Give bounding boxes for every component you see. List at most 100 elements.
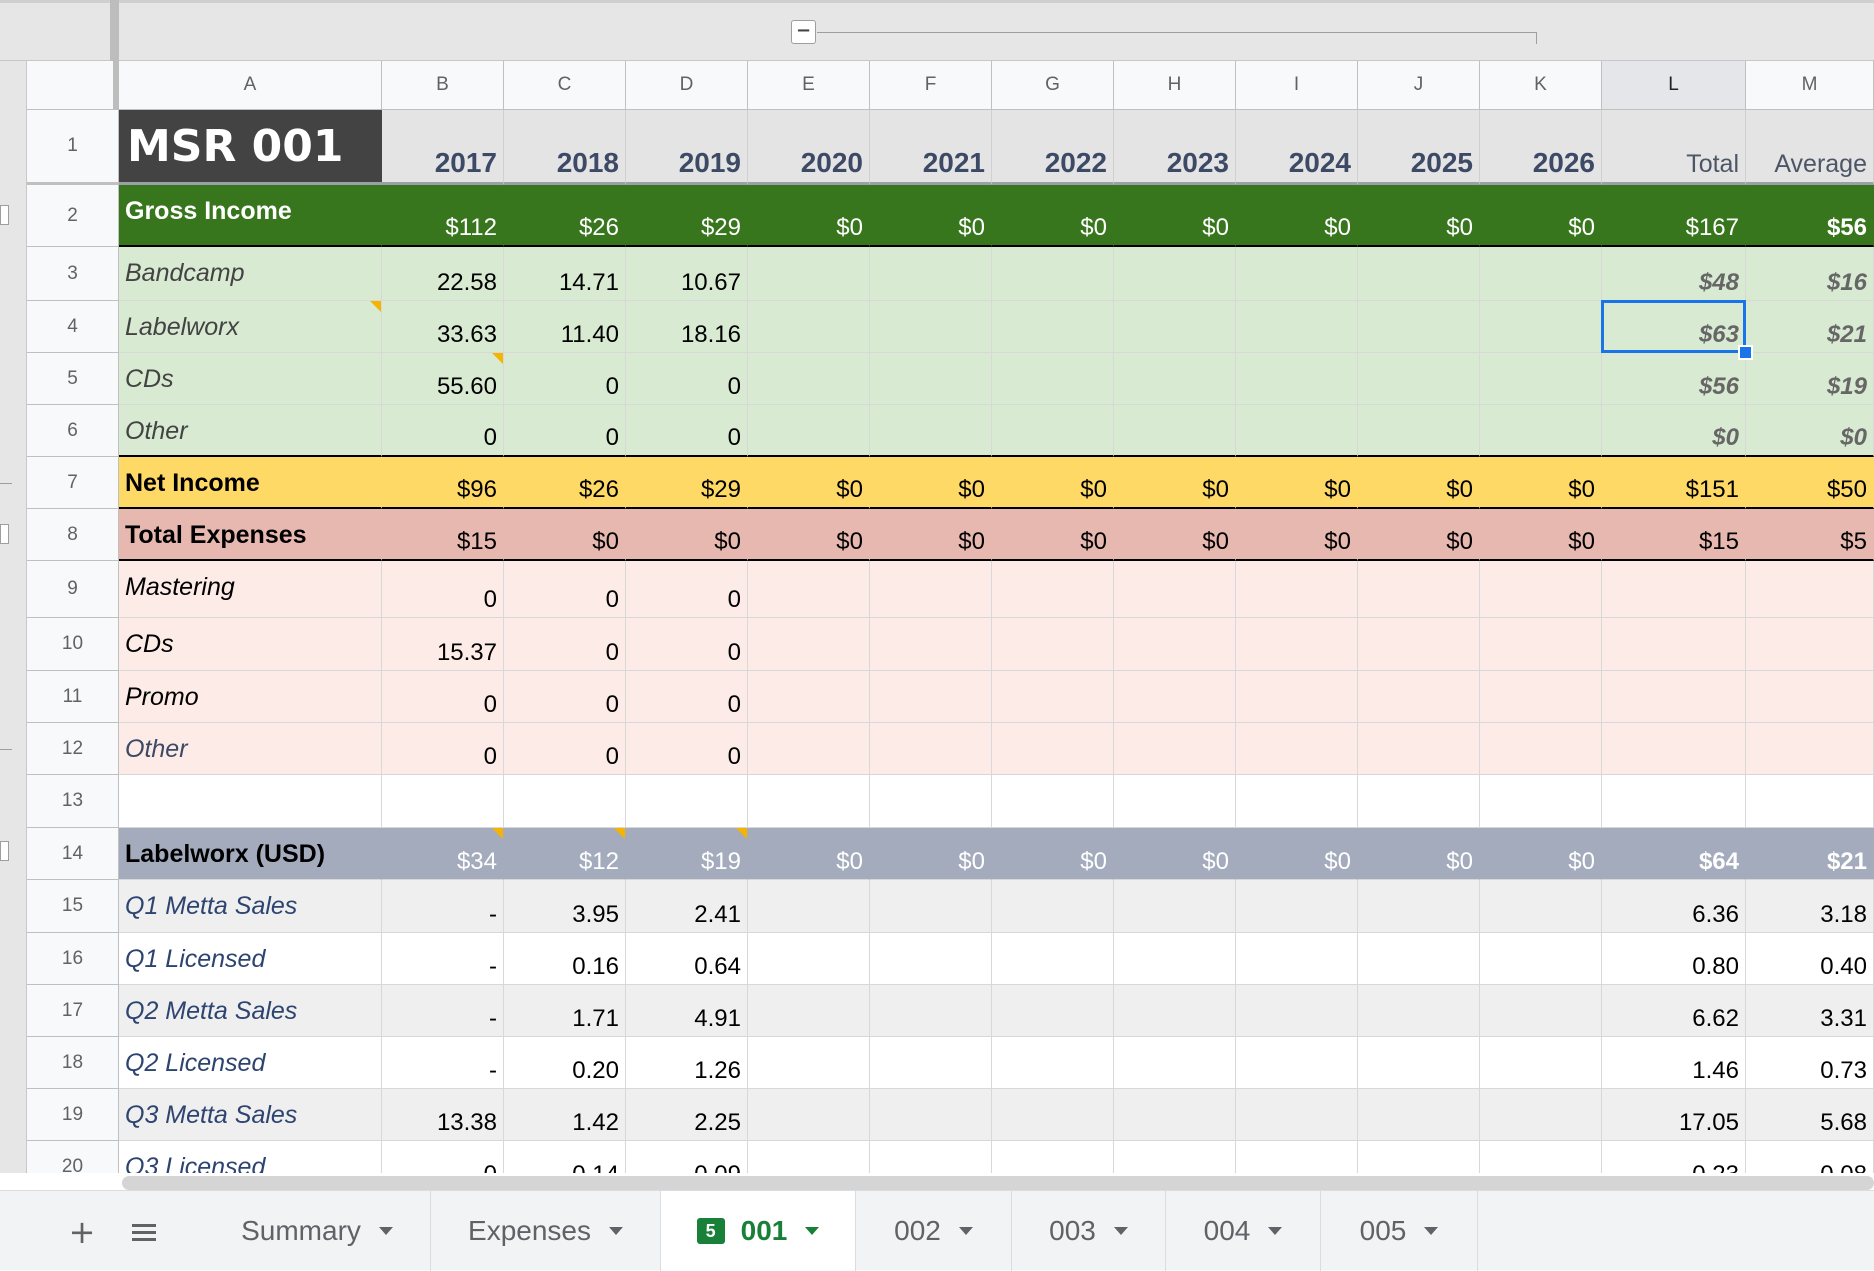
column-header-m[interactable]: M (1746, 61, 1874, 110)
cell-d16[interactable]: 0.64 (626, 933, 748, 985)
cell-g2[interactable]: $0 (992, 185, 1114, 247)
row-header-19[interactable]: 19 (27, 1089, 119, 1141)
cell-m3[interactable]: $16 (1746, 247, 1874, 301)
cell-i16[interactable] (1236, 933, 1358, 985)
chevron-down-icon[interactable] (805, 1227, 820, 1235)
cell-b3[interactable]: 22.58 (382, 247, 504, 301)
row-header-15[interactable]: 15 (27, 880, 119, 933)
cell-d8[interactable]: $0 (626, 509, 748, 561)
cell-k1[interactable]: 2026 (1480, 110, 1602, 185)
cell-b17[interactable]: - (382, 985, 504, 1037)
cell-g8[interactable]: $0 (992, 509, 1114, 561)
cell-a7[interactable]: Net Income (119, 457, 382, 509)
cell-h11[interactable] (1114, 671, 1236, 723)
cell-m17[interactable]: 3.31 (1746, 985, 1874, 1037)
column-header-l[interactable]: L (1602, 61, 1746, 110)
cell-m1[interactable]: Average (1746, 110, 1874, 185)
cell-b5[interactable]: 55.60 (382, 353, 504, 405)
cell-e6[interactable] (748, 405, 870, 457)
sheet-tab-001[interactable]: 5 001 (661, 1191, 856, 1271)
cell-f1[interactable]: 2021 (870, 110, 992, 185)
cell-b14[interactable]: $34 (382, 828, 504, 880)
cell-g20[interactable] (992, 1141, 1114, 1173)
sheet-tab-005[interactable]: 005 (1321, 1191, 1478, 1271)
cell-e20[interactable] (748, 1141, 870, 1173)
cell-c13[interactable] (504, 775, 626, 828)
cell-k15[interactable] (1480, 880, 1602, 933)
cell-l4[interactable]: $63 (1602, 301, 1746, 353)
cell-l12[interactable] (1602, 723, 1746, 775)
cell-l7[interactable]: $151 (1602, 457, 1746, 509)
cell-b15[interactable]: - (382, 880, 504, 933)
cell-d11[interactable]: 0 (626, 671, 748, 723)
cell-g9[interactable] (992, 561, 1114, 618)
cell-d6[interactable]: 0 (626, 405, 748, 457)
cell-a1[interactable]: MSR 001 (119, 110, 382, 185)
cell-l18[interactable]: 1.46 (1602, 1037, 1746, 1089)
cell-g10[interactable] (992, 618, 1114, 671)
cell-i15[interactable] (1236, 880, 1358, 933)
row-header-6[interactable]: 6 (27, 405, 119, 457)
column-header-e[interactable]: E (748, 61, 870, 110)
chevron-down-icon[interactable] (958, 1227, 973, 1235)
cell-b6[interactable]: 0 (382, 405, 504, 457)
sheet-tab-summary[interactable]: Summary (204, 1191, 431, 1271)
chevron-down-icon[interactable] (378, 1227, 393, 1235)
chevron-down-icon[interactable] (1268, 1227, 1283, 1235)
cell-k14[interactable]: $0 (1480, 828, 1602, 880)
cell-h20[interactable] (1114, 1141, 1236, 1173)
cell-i14[interactable]: $0 (1236, 828, 1358, 880)
row-group-toggle[interactable] (0, 841, 9, 861)
cell-e7[interactable]: $0 (748, 457, 870, 509)
cell-c11[interactable]: 0 (504, 671, 626, 723)
cell-e2[interactable]: $0 (748, 185, 870, 247)
cell-h6[interactable] (1114, 405, 1236, 457)
cell-m6[interactable]: $0 (1746, 405, 1874, 457)
column-header-a[interactable]: A (119, 61, 382, 110)
cell-d7[interactable]: $29 (626, 457, 748, 509)
cell-f2[interactable]: $0 (870, 185, 992, 247)
cell-e18[interactable] (748, 1037, 870, 1089)
cell-e14[interactable]: $0 (748, 828, 870, 880)
cell-f12[interactable] (870, 723, 992, 775)
cell-j13[interactable] (1358, 775, 1480, 828)
cell-i20[interactable] (1236, 1141, 1358, 1173)
cell-d17[interactable]: 4.91 (626, 985, 748, 1037)
row-header-14[interactable]: 14 (27, 828, 119, 880)
cell-e10[interactable] (748, 618, 870, 671)
cell-h19[interactable] (1114, 1089, 1236, 1141)
row-group-toggle[interactable] (0, 205, 9, 225)
cell-e16[interactable] (748, 933, 870, 985)
chevron-down-icon[interactable] (608, 1227, 623, 1235)
cell-m19[interactable]: 5.68 (1746, 1089, 1874, 1141)
cell-k19[interactable] (1480, 1089, 1602, 1141)
cell-m13[interactable] (1746, 775, 1874, 828)
cell-g4[interactable] (992, 301, 1114, 353)
row-header-4[interactable]: 4 (27, 301, 119, 353)
cell-e8[interactable]: $0 (748, 509, 870, 561)
cell-c4[interactable]: 11.40 (504, 301, 626, 353)
cell-h15[interactable] (1114, 880, 1236, 933)
cell-j9[interactable] (1358, 561, 1480, 618)
cell-c19[interactable]: 1.42 (504, 1089, 626, 1141)
sheet-tab-expenses[interactable]: Expenses (431, 1191, 661, 1271)
cell-i9[interactable] (1236, 561, 1358, 618)
cell-l20[interactable]: 0.23 (1602, 1141, 1746, 1173)
cell-j14[interactable]: $0 (1358, 828, 1480, 880)
cell-m8[interactable]: $5 (1746, 509, 1874, 561)
row-header-9[interactable]: 9 (27, 561, 119, 618)
row-header-13[interactable]: 13 (27, 775, 119, 828)
cell-e19[interactable] (748, 1089, 870, 1141)
sheet-tab-002[interactable]: 002 (856, 1191, 1012, 1271)
cell-c20[interactable]: 0.14 (504, 1141, 626, 1173)
cell-c15[interactable]: 3.95 (504, 880, 626, 933)
cell-i6[interactable] (1236, 405, 1358, 457)
cell-e9[interactable] (748, 561, 870, 618)
cell-h7[interactable]: $0 (1114, 457, 1236, 509)
cell-l14[interactable]: $64 (1602, 828, 1746, 880)
cell-k16[interactable] (1480, 933, 1602, 985)
cell-a19[interactable]: Q3 Metta Sales (119, 1089, 382, 1141)
cell-b19[interactable]: 13.38 (382, 1089, 504, 1141)
cell-j20[interactable] (1358, 1141, 1480, 1173)
cell-h10[interactable] (1114, 618, 1236, 671)
